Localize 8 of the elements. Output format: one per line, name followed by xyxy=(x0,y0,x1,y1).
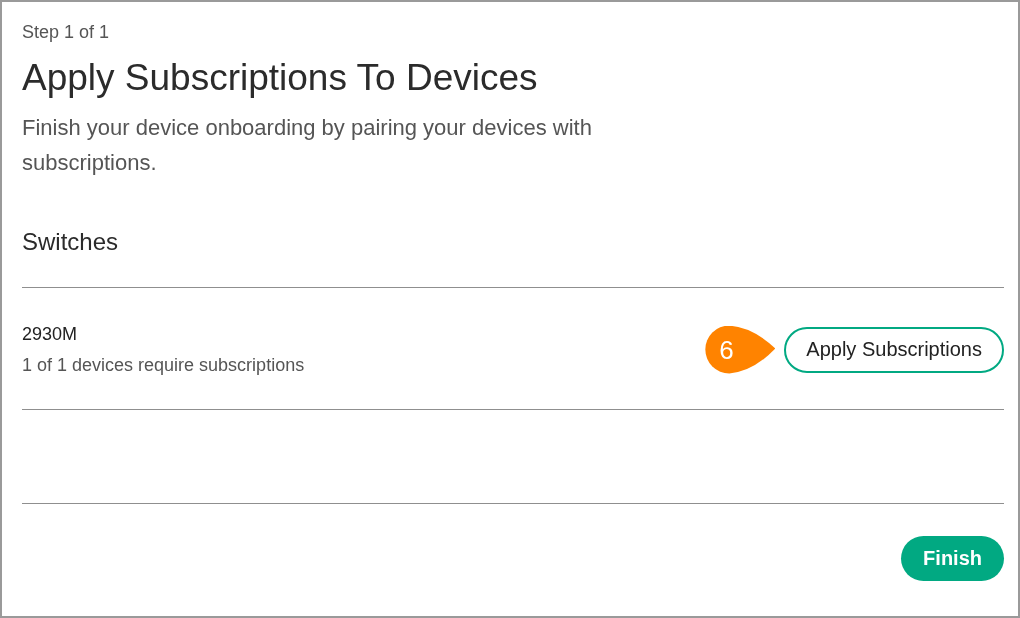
device-model: 2930M xyxy=(22,323,79,346)
page-description: Finish your device onboarding by pairing your devices with subscriptions. xyxy=(22,114,593,177)
step-callout: 6 xyxy=(705,325,776,374)
device-status: 1 of 1 devices require subscriptions xyxy=(22,354,305,377)
page-title: Apply Subscriptions To Devices xyxy=(22,56,539,100)
apply-subscriptions-button[interactable]: Apply Subscriptions xyxy=(784,326,1004,373)
section-title: Switches xyxy=(22,227,120,257)
step-label: Step 1 of 1 xyxy=(22,21,111,43)
